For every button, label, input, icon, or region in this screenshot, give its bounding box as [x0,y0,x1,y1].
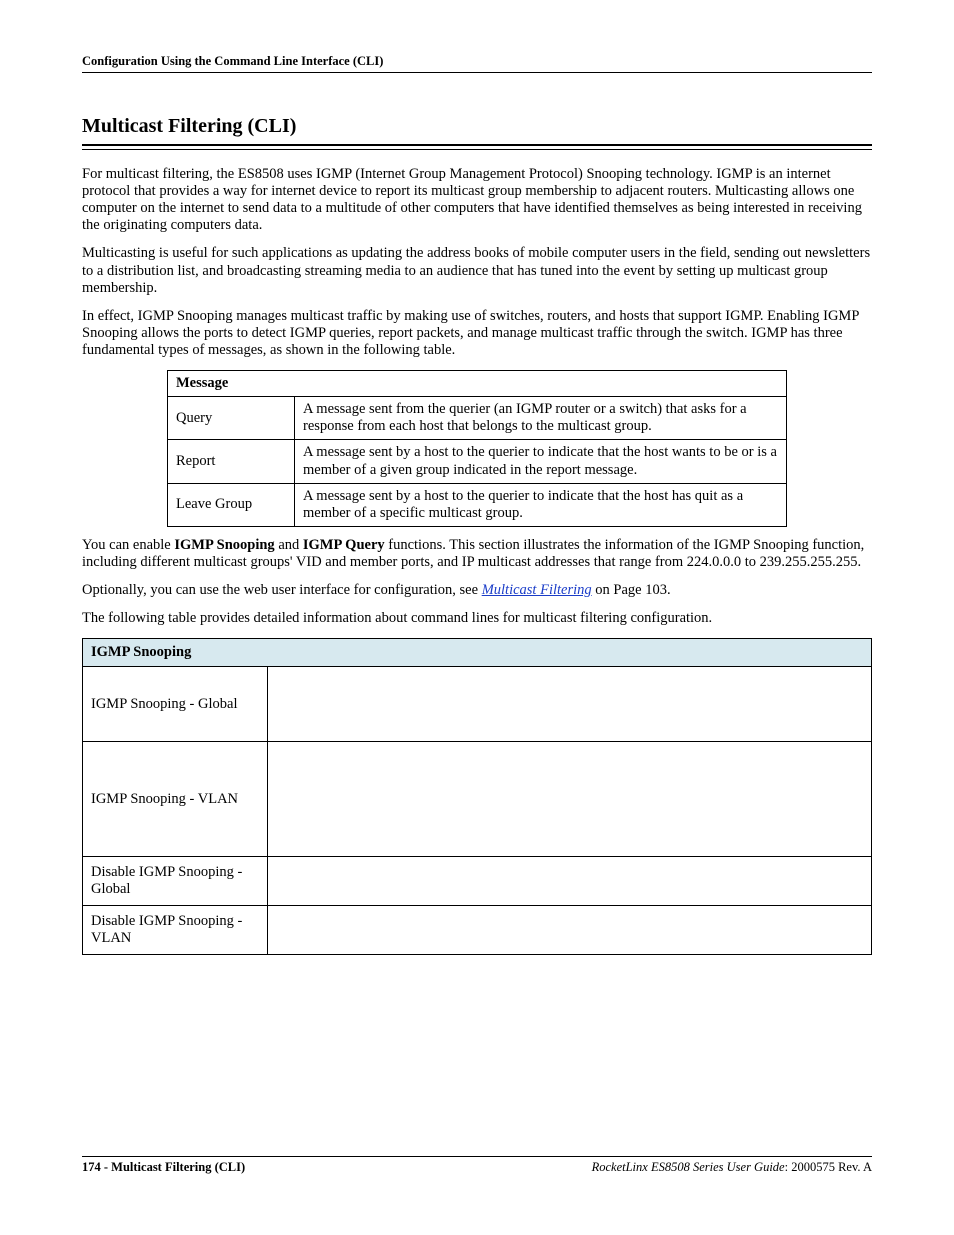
table-row: Report A message sent by a host to the q… [168,440,787,483]
cli-row-body [268,857,872,906]
table-row: Disable IGMP Snooping - Global [83,857,872,906]
paragraph-2: Multicasting is useful for such applicat… [82,245,872,296]
bold-text: IGMP Snooping [174,537,274,553]
msg-desc: A message sent by a host to the querier … [295,440,787,483]
text: and [275,537,303,553]
text: Optionally, you can use the web user int… [82,582,482,598]
section-title: Multicast Filtering (CLI) [82,115,872,142]
footer-right: RocketLinx ES8508 Series User Guide: 200… [592,1160,872,1175]
cli-table-header: IGMP Snooping [83,639,872,667]
messages-table: Message Query A message sent from the qu… [167,370,787,527]
cli-row-label: IGMP Snooping - Global [83,667,268,742]
cli-row-label: Disable IGMP Snooping - Global [83,857,268,906]
title-rule [82,144,872,150]
table-row: Disable IGMP Snooping - VLAN [83,906,872,955]
cli-row-label: IGMP Snooping - VLAN [83,742,268,857]
msg-name: Leave Group [168,483,295,526]
page-footer: 174 - Multicast Filtering (CLI) RocketLi… [82,1156,872,1175]
paragraph-1: For multicast filtering, the ES8508 uses… [82,166,872,234]
cli-row-label: Disable IGMP Snooping - VLAN [83,906,268,955]
paragraph-4: You can enable IGMP Snooping and IGMP Qu… [82,537,872,571]
footer-right-plain: : 2000575 Rev. A [785,1160,872,1174]
table-row: IGMP Snooping - Global [83,667,872,742]
bold-text: IGMP Query [303,537,385,553]
msg-desc: A message sent from the querier (an IGMP… [295,397,787,440]
paragraph-5: Optionally, you can use the web user int… [82,582,872,599]
messages-table-wrap: Message Query A message sent from the qu… [82,370,872,527]
running-header: Configuration Using the Command Line Int… [82,54,872,73]
multicast-filtering-link[interactable]: Multicast Filtering [482,582,592,598]
cli-row-body [268,667,872,742]
paragraph-3: In effect, IGMP Snooping manages multica… [82,308,872,359]
cli-row-body [268,742,872,857]
table-row: IGMP Snooping - VLAN [83,742,872,857]
msg-desc: A message sent by a host to the querier … [295,483,787,526]
text: on Page 103. [592,582,671,598]
messages-table-header: Message [168,371,787,397]
table-row: Leave Group A message sent by a host to … [168,483,787,526]
page: Configuration Using the Command Line Int… [0,0,954,1235]
footer-left: 174 - Multicast Filtering (CLI) [82,1160,245,1175]
footer-right-italic: RocketLinx ES8508 Series User Guide [592,1160,785,1174]
msg-name: Query [168,397,295,440]
paragraph-6: The following table provides detailed in… [82,610,872,627]
cli-table: IGMP Snooping IGMP Snooping - Global IGM… [82,638,872,955]
cli-row-body [268,906,872,955]
msg-name: Report [168,440,295,483]
table-row: Query A message sent from the querier (a… [168,397,787,440]
text: You can enable [82,537,174,553]
